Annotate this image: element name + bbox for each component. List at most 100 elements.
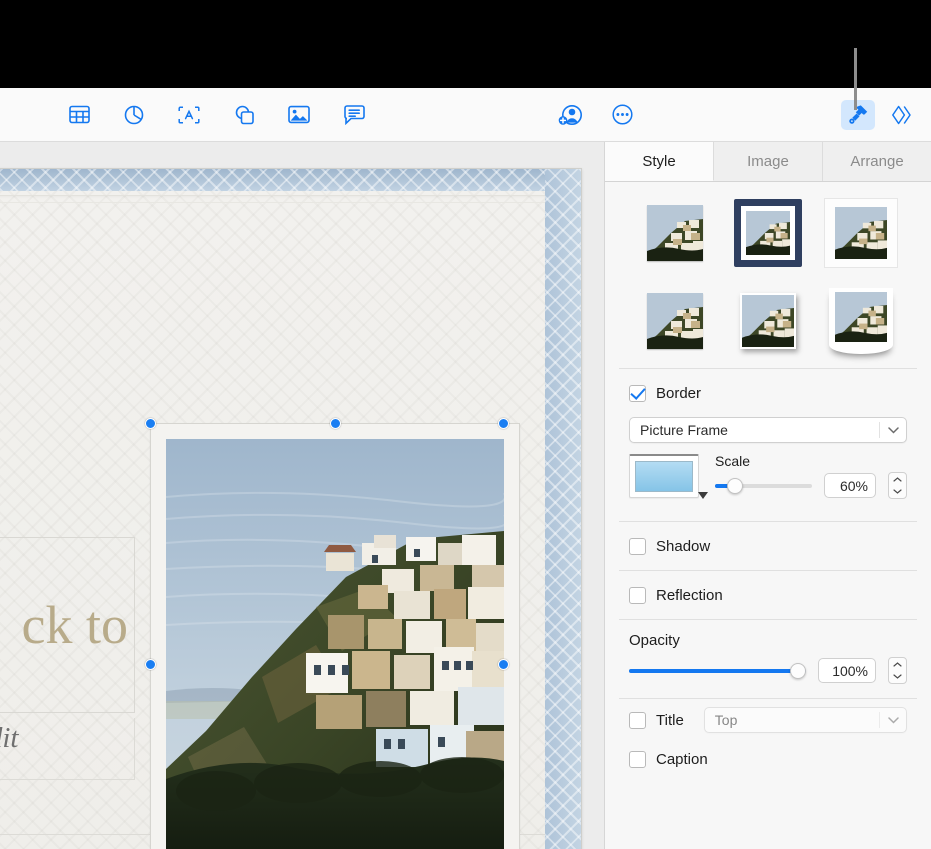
border-type-select[interactable]: Picture Frame (629, 417, 907, 443)
reflection-checkbox-row[interactable]: Reflection (629, 571, 907, 619)
stepper-down-icon[interactable] (893, 489, 902, 495)
tab-arrange-label: Arrange (850, 153, 904, 170)
preset-thumbnail (834, 207, 887, 259)
inspector-tabs: Style Image Arrange (605, 142, 931, 182)
scale-value-field[interactable]: 60% (824, 473, 876, 498)
page-right-band (545, 169, 581, 849)
scale-label: Scale (715, 453, 751, 469)
style-preset-mat[interactable] (818, 196, 904, 270)
border-scale-control: Scale 60% (715, 453, 907, 499)
border-checkbox[interactable] (629, 384, 646, 402)
thumb-photo (834, 207, 887, 259)
title-checkbox[interactable] (629, 711, 646, 729)
chevron-down-icon (880, 426, 906, 434)
opacity-slider-knob[interactable] (790, 662, 806, 679)
title-position-select[interactable]: Top (703, 707, 907, 733)
thumb-photo (647, 205, 704, 261)
caption-section[interactable]: Caption (605, 741, 931, 777)
toolbar-insert-group (62, 88, 371, 141)
border-color-scale-row: Scale 60% (605, 443, 931, 499)
insert-text-button[interactable] (172, 100, 206, 130)
photo-icon (288, 105, 310, 124)
reflection-checkbox[interactable] (629, 586, 646, 604)
border-checkbox-row[interactable]: Border (629, 369, 907, 417)
tab-arrange[interactable]: Arrange (823, 142, 931, 181)
title-label: Title (656, 711, 684, 729)
toolbar-collab-group (553, 88, 639, 141)
scale-line: 60% (715, 472, 907, 499)
opacity-value-field[interactable]: 100% (818, 658, 876, 683)
border-color-well[interactable] (629, 454, 708, 499)
style-preset-picture-frame[interactable] (725, 196, 811, 270)
preset-thumbnail (647, 293, 704, 349)
scale-slider-knob[interactable] (726, 477, 743, 494)
shadow-checkbox-row[interactable]: Shadow (629, 522, 907, 570)
shadow-label: Shadow (656, 537, 711, 555)
collaborate-button[interactable] (553, 100, 587, 130)
style-preset-shadow[interactable] (725, 284, 811, 358)
insert-table-button[interactable] (62, 100, 96, 130)
more-button[interactable] (605, 100, 639, 130)
style-preset-plain[interactable] (632, 196, 718, 270)
resize-handle-mr[interactable] (498, 659, 509, 670)
preset-mat (823, 198, 898, 268)
style-preset-curl[interactable] (818, 284, 904, 358)
title-placeholder[interactable]: ck to (0, 537, 135, 713)
tab-style-label: Style (642, 152, 676, 170)
opacity-line: 100% (629, 657, 907, 684)
border-type-value: Picture Frame (640, 422, 728, 438)
document-canvas[interactable]: ck to edit (0, 142, 604, 849)
stepper-up-icon[interactable] (893, 476, 902, 482)
insert-shape-button[interactable] (227, 100, 261, 130)
opacity-stepper[interactable] (888, 657, 907, 684)
opacity-slider[interactable] (629, 662, 806, 679)
tab-style[interactable]: Style (605, 142, 714, 181)
insert-chart-button[interactable] (117, 100, 151, 130)
stepper-up-icon[interactable] (893, 661, 902, 667)
resize-handle-tc[interactable] (330, 418, 341, 429)
thumb-photo (834, 292, 887, 342)
tab-image[interactable]: Image (714, 142, 823, 181)
app-screenshot: ck to edit (0, 0, 931, 849)
opacity-section: Opacity 100% (605, 620, 931, 698)
title-text: ck to (21, 595, 128, 655)
resize-handle-ml[interactable] (145, 659, 156, 670)
person-add-icon (558, 104, 582, 126)
preset-thumbnail (647, 205, 704, 261)
border-section: Border Picture Frame (605, 369, 931, 443)
scale-stepper[interactable] (888, 472, 907, 499)
table-icon (68, 105, 90, 124)
stepper-down-icon[interactable] (893, 674, 902, 680)
title-position-value: Top (714, 712, 738, 728)
paintbrush-icon (848, 104, 869, 125)
caption-checkbox[interactable] (629, 750, 646, 768)
comment-icon (343, 104, 365, 125)
toolbar-panel-group (841, 88, 919, 141)
preset-thumbnail (745, 211, 790, 255)
chevron-down-icon (880, 716, 906, 724)
selected-image-object[interactable] (145, 418, 520, 849)
hillside-village-photo (166, 439, 504, 849)
tab-image-label: Image (747, 153, 789, 170)
insert-comment-button[interactable] (337, 100, 371, 130)
document-button[interactable] (885, 100, 919, 130)
preset-thumbnail (834, 292, 887, 342)
subtitle-placeholder[interactable]: edit (0, 718, 135, 780)
color-picker-caret-icon[interactable] (698, 492, 708, 499)
scale-slider[interactable] (715, 477, 812, 494)
resize-handle-tl[interactable] (145, 418, 156, 429)
opacity-slider-fill (629, 668, 806, 673)
chart-pie-icon (124, 105, 144, 125)
shadow-checkbox[interactable] (629, 537, 646, 555)
preset-frame-mat (740, 206, 795, 260)
shadow-section: Shadow (605, 522, 931, 570)
subtitle-text: edit (0, 722, 19, 754)
format-button[interactable] (841, 99, 875, 130)
ellipsis-circle-icon (611, 104, 633, 125)
border-label: Border (656, 384, 702, 402)
style-preset-plain-2[interactable] (632, 284, 718, 358)
insert-media-button[interactable] (282, 100, 316, 130)
title-section: Title Top (605, 699, 931, 741)
app-toolbar (0, 88, 931, 142)
resize-handle-tr[interactable] (498, 418, 509, 429)
